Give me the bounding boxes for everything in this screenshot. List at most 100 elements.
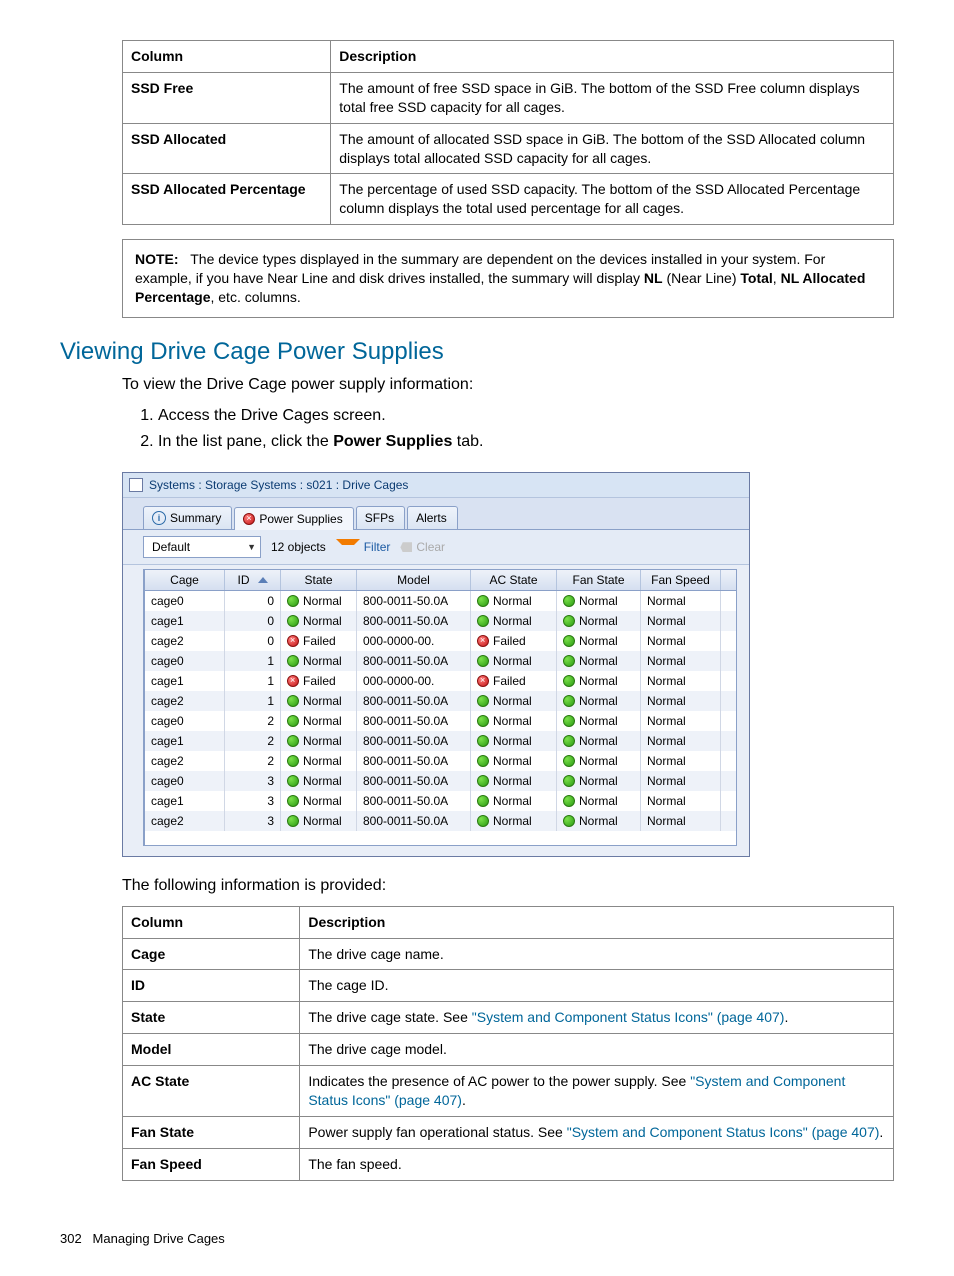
cell-cage: cage0 (145, 771, 225, 791)
cell-state: Normal (281, 691, 357, 711)
step-2: In the list pane, click the Power Suppli… (158, 430, 894, 454)
cell-ac-state: Normal (471, 611, 557, 631)
power-supply-grid: Cage ID State Model AC State Fan State F… (143, 569, 737, 846)
cell-id: 1 (225, 671, 281, 691)
cell-state: Normal (281, 711, 357, 731)
cell-fan-speed: Normal (641, 771, 721, 791)
table-row[interactable]: cage11Failed000-0000-00.FailedNormalNorm… (145, 671, 736, 691)
table-row[interactable]: cage02Normal800-0011-50.0ANormalNormalNo… (145, 711, 736, 731)
cell-fan-state: Normal (557, 751, 641, 771)
table-row[interactable]: cage12Normal800-0011-50.0ANormalNormalNo… (145, 731, 736, 751)
table-row[interactable]: cage23Normal800-0011-50.0ANormalNormalNo… (145, 811, 736, 831)
cell-model: 800-0011-50.0A (357, 611, 471, 631)
table-row: IDThe cage ID. (123, 970, 894, 1002)
tab-sfps[interactable]: SFPs (356, 506, 405, 529)
cell-state: Failed (281, 671, 357, 691)
cell-cage: cage2 (145, 751, 225, 771)
cell-ac-state: Normal (471, 711, 557, 731)
view-selector[interactable]: Default▼ (143, 536, 261, 558)
cell-ac-state: Normal (471, 651, 557, 671)
table-row[interactable]: cage22Normal800-0011-50.0ANormalNormalNo… (145, 751, 736, 771)
cell-id: 3 (225, 771, 281, 791)
ok-icon (287, 715, 299, 727)
col-header-desc: Description (331, 41, 894, 73)
tab-alerts[interactable]: Alerts (407, 506, 458, 529)
table-row[interactable]: cage21Normal800-0011-50.0ANormalNormalNo… (145, 691, 736, 711)
cell-ac-state: Failed (471, 631, 557, 651)
col-header-desc: Description (300, 906, 894, 938)
cell-fan-speed: Normal (641, 811, 721, 831)
header-state: State (281, 570, 357, 590)
table-row[interactable]: cage00Normal800-0011-50.0ANormalNormalNo… (145, 591, 736, 611)
cell-state: Normal (281, 591, 357, 611)
link-status-icons[interactable]: "System and Component Status Icons" (pag… (567, 1124, 880, 1140)
clear-button[interactable]: Clear (400, 540, 445, 554)
cell-state: Failed (281, 631, 357, 651)
following-info-paragraph: The following information is provided: (122, 875, 894, 897)
error-icon (243, 513, 255, 525)
note-box: NOTE: The device types displayed in the … (122, 239, 894, 318)
cell-state: Normal (281, 771, 357, 791)
cell-cage: cage1 (145, 791, 225, 811)
cell-id: 1 (225, 691, 281, 711)
ok-icon (477, 755, 489, 767)
cell-fan-speed: Normal (641, 631, 721, 651)
table-row[interactable]: cage10Normal800-0011-50.0ANormalNormalNo… (145, 611, 736, 631)
cell-fan-speed: Normal (641, 711, 721, 731)
cell-ac-state: Normal (471, 751, 557, 771)
cell-id: 0 (225, 631, 281, 651)
table-row[interactable]: cage01Normal800-0011-50.0ANormalNormalNo… (145, 651, 736, 671)
header-fan-state: Fan State (557, 570, 641, 590)
cell-fan-state: Normal (557, 691, 641, 711)
table-row[interactable]: cage13Normal800-0011-50.0ANormalNormalNo… (145, 791, 736, 811)
table-row: AC StateIndicates the presence of AC pow… (123, 1066, 894, 1117)
header-id: ID (225, 570, 281, 590)
tab-summary[interactable]: iSummary (143, 506, 232, 529)
cell-fan-speed: Normal (641, 611, 721, 631)
cell-fan-state: Normal (557, 791, 641, 811)
filter-button[interactable]: Filter (336, 539, 391, 555)
cell-fan-speed: Normal (641, 691, 721, 711)
ok-icon (477, 715, 489, 727)
cell-model: 800-0011-50.0A (357, 591, 471, 611)
cell-model: 800-0011-50.0A (357, 811, 471, 831)
info-icon: i (152, 511, 166, 525)
filter-bar: Default▼ 12 objects Filter Clear (123, 530, 749, 565)
tab-power-supplies[interactable]: Power Supplies (234, 507, 353, 530)
ok-icon (477, 795, 489, 807)
header-cage: Cage (145, 570, 225, 590)
cell-fan-speed: Normal (641, 671, 721, 691)
cell-id: 3 (225, 791, 281, 811)
cell-cage: cage2 (145, 631, 225, 651)
ssd-columns-table: Column Description SSD FreeThe amount of… (122, 40, 894, 225)
link-status-icons[interactable]: "System and Component Status Icons" (pag… (472, 1009, 785, 1025)
cell-cage: cage1 (145, 731, 225, 751)
cell-model: 000-0000-00. (357, 631, 471, 651)
page-footer: 302 Managing Drive Cages (60, 1231, 894, 1246)
ok-icon (287, 795, 299, 807)
grid-header[interactable]: Cage ID State Model AC State Fan State F… (145, 570, 736, 591)
cell-id: 2 (225, 751, 281, 771)
cell-state: Normal (281, 791, 357, 811)
cell-state: Normal (281, 731, 357, 751)
ok-icon (563, 695, 575, 707)
ok-icon (287, 775, 299, 787)
table-row: StateThe drive cage state. See "System a… (123, 1002, 894, 1034)
page-number: 302 (60, 1231, 82, 1246)
ok-icon (563, 655, 575, 667)
col-header-column: Column (123, 906, 300, 938)
cell-ac-state: Normal (471, 791, 557, 811)
cell-cage: cage1 (145, 611, 225, 631)
table-row: SSD Allocated PercentageThe percentage o… (123, 174, 894, 225)
error-icon (477, 675, 489, 687)
table-row[interactable]: cage20Failed000-0000-00.FailedNormalNorm… (145, 631, 736, 651)
ok-icon (287, 695, 299, 707)
drive-cages-window: Systems : Storage Systems : s021 : Drive… (122, 472, 750, 857)
error-icon (477, 635, 489, 647)
cell-model: 000-0000-00. (357, 671, 471, 691)
ok-icon (477, 735, 489, 747)
cell-ac-state: Normal (471, 691, 557, 711)
table-row[interactable]: cage03Normal800-0011-50.0ANormalNormalNo… (145, 771, 736, 791)
ok-icon (477, 655, 489, 667)
ok-icon (563, 795, 575, 807)
